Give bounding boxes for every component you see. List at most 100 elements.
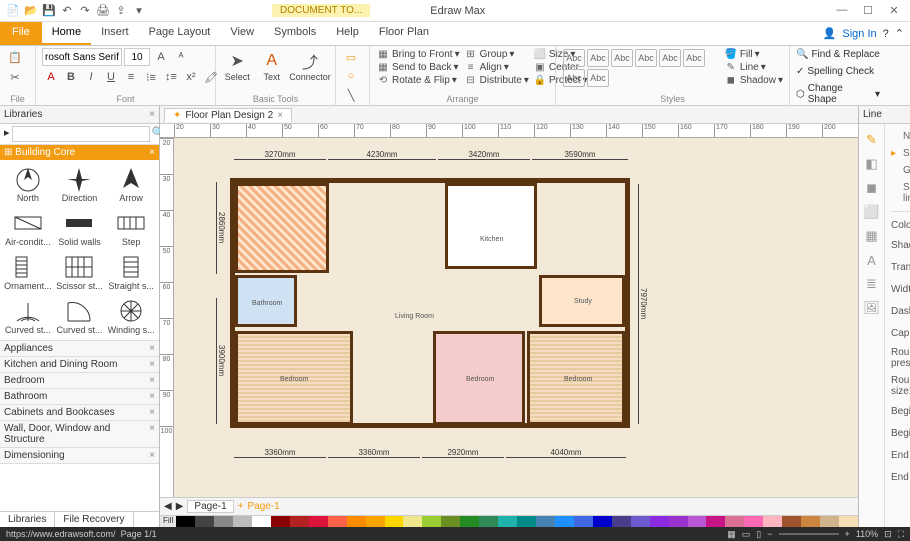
color-swatch[interactable] <box>669 516 688 527</box>
chevron-down-icon[interactable]: ▾ <box>132 4 146 18</box>
color-swatch[interactable] <box>252 516 271 527</box>
color-swatch[interactable] <box>555 516 574 527</box>
undo-icon[interactable]: ↶ <box>60 4 74 18</box>
minimize-button[interactable]: — <box>830 4 854 17</box>
align-left-icon[interactable]: ≡ <box>122 68 140 86</box>
library-category[interactable]: Kitchen and Dining Room× <box>0 357 159 373</box>
shadow-style-icon[interactable]: ◼ <box>859 176 884 200</box>
select-tool[interactable]: ➤Select <box>222 48 253 82</box>
size-icon[interactable]: ⬜ <box>859 200 884 224</box>
style-preset[interactable]: Abc <box>635 49 657 67</box>
color-swatch[interactable] <box>574 516 593 527</box>
color-swatch[interactable] <box>839 516 858 527</box>
room-bedroom[interactable]: Bedroom <box>433 331 525 425</box>
shape-step[interactable]: Step <box>105 206 157 250</box>
color-swatch[interactable] <box>460 516 479 527</box>
library-category[interactable]: Cabinets and Bookcases× <box>0 405 159 421</box>
library-category[interactable]: Bedroom× <box>0 373 159 389</box>
tab-insert[interactable]: Insert <box>91 22 139 45</box>
rect-shape-icon[interactable]: ▭ <box>342 48 360 66</box>
export-icon[interactable]: ⇪ <box>114 4 128 18</box>
close-icon[interactable]: × <box>149 109 155 120</box>
open-icon[interactable]: 📂 <box>24 4 38 18</box>
shape-straight-stair[interactable]: Straight s... <box>105 250 157 294</box>
connector-tool[interactable]: ⤴Connector <box>291 48 329 82</box>
arrange-icon[interactable]: ▦ <box>859 224 884 248</box>
bullets-icon[interactable]: ⁝≡ <box>142 68 160 86</box>
room-kitchen[interactable]: Kitchen <box>445 183 537 269</box>
fullscreen-icon[interactable]: ⛶ <box>898 529 904 540</box>
superscript-icon[interactable]: x² <box>182 68 200 86</box>
underline-button[interactable]: U <box>102 68 120 86</box>
image-icon[interactable]: 🖼 <box>859 296 884 320</box>
color-swatch[interactable] <box>347 516 366 527</box>
collapse-ribbon-icon[interactable]: ⌃ <box>895 27 904 40</box>
shape-direction[interactable]: Direction <box>54 162 106 206</box>
room[interactable] <box>235 183 329 273</box>
room-study[interactable]: Study <box>539 275 625 327</box>
save-icon[interactable]: 💾 <box>42 4 56 18</box>
send-back-button[interactable]: ▦Send to Back ▾ <box>376 61 460 74</box>
color-swatch[interactable] <box>309 516 328 527</box>
shadow-button[interactable]: ◼Shadow ▾ <box>724 74 783 87</box>
align-button[interactable]: ≡Align ▾ <box>464 61 529 74</box>
close-icon[interactable]: × <box>149 407 155 418</box>
view-mode-icon[interactable]: ▦ <box>727 529 736 540</box>
zoom-slider[interactable] <box>779 533 839 535</box>
search-input[interactable] <box>12 126 150 142</box>
library-category[interactable]: Bathroom× <box>0 389 159 405</box>
font-size-select[interactable] <box>124 48 150 66</box>
color-swatch[interactable] <box>441 516 460 527</box>
line-button[interactable]: ✎Line ▾ <box>724 61 783 74</box>
document-tab[interactable]: ✦ Floor Plan Design 2 × <box>164 108 292 122</box>
text-tool[interactable]: AText <box>257 48 288 82</box>
shape-solid-walls[interactable]: Solid walls <box>54 206 106 250</box>
group-button[interactable]: ⊞Group ▾ <box>464 48 529 61</box>
color-swatch[interactable] <box>214 516 233 527</box>
color-swatch[interactable] <box>176 516 195 527</box>
page-tab[interactable]: Page-1 <box>248 501 280 512</box>
line-opt-none[interactable]: No line <box>891 128 910 145</box>
tab-page-layout[interactable]: Page Layout <box>139 22 221 45</box>
prev-page-icon[interactable]: ◀ <box>164 501 172 512</box>
layer-icon[interactable]: ≣ <box>859 272 884 296</box>
color-swatch[interactable] <box>328 516 347 527</box>
tab-symbols[interactable]: Symbols <box>264 22 326 45</box>
shape-winding-stair[interactable]: Winding s... <box>105 294 157 338</box>
library-category[interactable]: Wall, Door, Window and Structure× <box>0 421 159 448</box>
spell-button[interactable]: ✓Spelling Check <box>796 65 874 78</box>
color-swatch[interactable] <box>801 516 820 527</box>
style-preset[interactable]: Abc <box>683 49 705 67</box>
help-icon[interactable]: ? <box>883 28 889 40</box>
shape-arrow[interactable]: Arrow <box>105 162 157 206</box>
color-swatch[interactable] <box>612 516 631 527</box>
user-icon[interactable]: 👤 <box>823 27 837 40</box>
style-preset[interactable]: Abc <box>611 49 633 67</box>
print-icon[interactable]: 🖨 <box>96 4 110 18</box>
close-icon[interactable]: × <box>277 110 283 121</box>
style-preset[interactable]: Abc <box>659 49 681 67</box>
bold-button[interactable]: B <box>62 68 80 86</box>
add-page-icon[interactable]: + <box>238 501 244 512</box>
close-icon[interactable]: × <box>149 450 155 461</box>
line-style-icon[interactable]: ✎ <box>859 128 884 152</box>
room-bathroom[interactable]: Bathroom <box>235 275 297 327</box>
font-color-icon[interactable]: A <box>42 68 60 86</box>
color-swatch[interactable] <box>650 516 669 527</box>
style-preset[interactable]: Abc <box>563 69 585 87</box>
style-preset[interactable]: Abc <box>587 69 609 87</box>
color-swatch[interactable] <box>725 516 744 527</box>
color-swatch[interactable] <box>233 516 252 527</box>
distribute-button[interactable]: ⊟Distribute ▾ <box>464 74 529 87</box>
bring-front-button[interactable]: ▦Bring to Front ▾ <box>376 48 460 61</box>
rotate-flip-button[interactable]: ⟲Rotate & Flip ▾ <box>376 74 460 87</box>
redo-icon[interactable]: ↷ <box>78 4 92 18</box>
zoom-out-icon[interactable]: − <box>767 529 772 539</box>
floor-plan[interactable]: 3270mm 4230mm 3420mm 3590mm 3360mm 3360m… <box>210 148 650 468</box>
change-shape-button[interactable]: ⬡Change Shape ▾ <box>796 82 880 106</box>
cut-icon[interactable]: ✂ <box>6 68 24 86</box>
color-swatch[interactable] <box>195 516 214 527</box>
tab-help[interactable]: Help <box>326 22 369 45</box>
close-icon[interactable]: × <box>149 391 155 402</box>
zoom-in-icon[interactable]: + <box>845 529 850 539</box>
